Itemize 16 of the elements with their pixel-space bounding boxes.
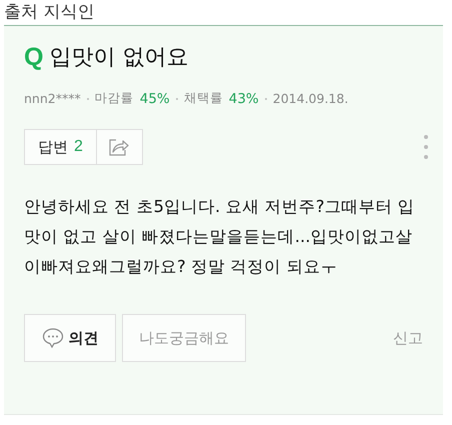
- question-mark-letter: Q: [24, 44, 44, 70]
- source-label: 출처 지식인: [3, 1, 96, 24]
- comment-button[interactable]: 의견: [24, 314, 116, 362]
- question-title: 입맛이 없어요: [49, 44, 188, 72]
- stat-label: 마감률: [94, 90, 134, 107]
- speech-bubble-icon: [42, 327, 64, 349]
- post-date: 2014.09.18.: [272, 91, 348, 106]
- answers-button[interactable]: 답변 2: [24, 129, 97, 165]
- question-text: 안녕하세요 전 초5입니다. 요새 저번주?그때부터 입맛이 없고 살이 빠졌다는말을듣는데...입맛이없고살이빠져요왜그럴까요? 정말 걱정이 되요ㅜ: [24, 196, 416, 278]
- author-name: nnn2****: [24, 91, 81, 106]
- share-button[interactable]: [96, 129, 143, 165]
- stat-label: 채택률: [184, 90, 223, 107]
- share-icon: [108, 137, 130, 157]
- stat-value: 43%: [228, 90, 259, 106]
- stat-value: 45%: [140, 90, 170, 106]
- more-icon[interactable]: [423, 134, 429, 160]
